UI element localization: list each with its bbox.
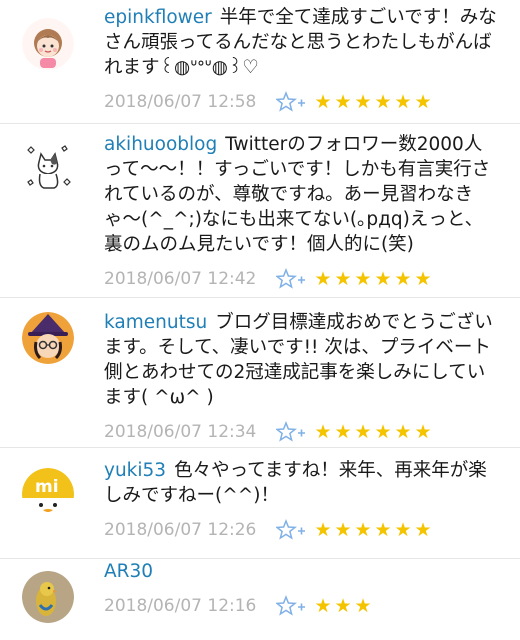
- avatar[interactable]: [22, 142, 74, 194]
- comment-text: akihuooblog Twitterのフォロワー数2000人って〜〜！！すっごい…: [104, 132, 500, 257]
- comment-meta: 2018/06/07 12:42 ★ ★ ★ ★ ★ ★: [104, 267, 500, 291]
- star-icon: ★: [394, 268, 412, 290]
- comment-meta: 2018/06/07 12:16 ★ ★ ★: [104, 594, 500, 618]
- add-star-icon[interactable]: [274, 90, 306, 114]
- comment-text: kamenutsu ブログ目標達成おめでとうございます。そして、凄いです!! 次は…: [104, 310, 500, 410]
- comment-item: akihuooblog Twitterのフォロワー数2000人って〜〜！！すっごい…: [0, 124, 520, 298]
- add-star-icon[interactable]: [274, 267, 306, 291]
- star-icon: ★: [374, 421, 392, 443]
- star-icon: ★: [334, 595, 352, 617]
- comment-username[interactable]: AR30: [104, 561, 153, 582]
- star-rating: ★ ★ ★ ★ ★ ★: [314, 268, 432, 290]
- comment-date: 2018/06/07 12:26: [104, 520, 257, 540]
- comment-item: mi yuki53 色々やってますね！来年、再来年が楽しみですねー(^^)！ 20…: [0, 448, 520, 559]
- star-icon: ★: [374, 519, 392, 541]
- star-rating: ★ ★ ★: [314, 595, 372, 617]
- star-icon: ★: [374, 268, 392, 290]
- star-icon: ★: [314, 421, 332, 443]
- avatar[interactable]: [22, 18, 74, 70]
- star-icon: ★: [334, 421, 352, 443]
- comment-username[interactable]: epinkflower: [104, 7, 212, 28]
- avatar[interactable]: mi: [22, 468, 74, 520]
- star-rating: ★ ★ ★ ★ ★ ★: [314, 519, 432, 541]
- svg-text:mi: mi: [35, 477, 59, 497]
- star-icon: ★: [334, 519, 352, 541]
- star-icon: ★: [414, 91, 432, 113]
- comment-item: epinkflower 半年で全て達成すごいです！みなさん頑張ってるんだなと思うと…: [0, 0, 520, 124]
- comment-text: epinkflower 半年で全て達成すごいです！みなさん頑張ってるんだなと思うと…: [104, 5, 500, 80]
- comment-username[interactable]: akihuooblog: [104, 134, 217, 155]
- star-icon: ★: [354, 595, 372, 617]
- add-star-icon[interactable]: [274, 518, 306, 542]
- star-icon: ★: [414, 421, 432, 443]
- comment-meta: 2018/06/07 12:26 ★ ★ ★ ★ ★ ★: [104, 518, 500, 542]
- avatar[interactable]: [22, 312, 74, 364]
- star-icon: ★: [314, 268, 332, 290]
- comment-date: 2018/06/07 12:58: [104, 92, 257, 112]
- star-icon: ★: [354, 519, 372, 541]
- bird-photo-avatar-icon: [22, 571, 74, 623]
- comment-item: kamenutsu ブログ目標達成おめでとうございます。そして、凄いです!! 次は…: [0, 298, 520, 448]
- star-icon: ★: [354, 421, 372, 443]
- star-icon: ★: [354, 268, 372, 290]
- add-star-icon[interactable]: [274, 594, 306, 618]
- star-icon: ★: [314, 519, 332, 541]
- avatar[interactable]: [22, 571, 74, 623]
- star-icon: ★: [414, 519, 432, 541]
- star-icon: ★: [314, 91, 332, 113]
- comment-date: 2018/06/07 12:42: [104, 269, 257, 289]
- star-icon: ★: [394, 91, 412, 113]
- comment-date: 2018/06/07 12:16: [104, 596, 257, 616]
- cat-doodle-avatar-icon: [22, 142, 74, 194]
- star-icon: ★: [334, 91, 352, 113]
- comment-meta: 2018/06/07 12:58 ★ ★ ★ ★ ★ ★: [104, 90, 500, 114]
- comment-text: AR30: [104, 559, 500, 584]
- star-rating: ★ ★ ★ ★ ★ ★: [314, 421, 432, 443]
- star-icon: ★: [314, 595, 332, 617]
- comment-meta: 2018/06/07 12:34 ★ ★ ★ ★ ★ ★: [104, 420, 500, 444]
- star-icon: ★: [334, 268, 352, 290]
- mi-duck-avatar-icon: mi: [22, 468, 74, 520]
- comment-item: AR30 2018/06/07 12:16 ★ ★ ★: [0, 559, 520, 640]
- witch-avatar-icon: [22, 312, 74, 364]
- star-icon: ★: [394, 421, 412, 443]
- cartoon-girl-avatar-icon: [22, 18, 74, 70]
- star-icon: ★: [394, 519, 412, 541]
- comment-username[interactable]: kamenutsu: [104, 312, 207, 333]
- add-star-icon[interactable]: [274, 420, 306, 444]
- comment-username[interactable]: yuki53: [104, 460, 166, 481]
- star-icon: ★: [414, 268, 432, 290]
- star-icon: ★: [354, 91, 372, 113]
- comment-date: 2018/06/07 12:34: [104, 422, 257, 442]
- comment-text: yuki53 色々やってますね！来年、再来年が楽しみですねー(^^)！: [104, 458, 500, 508]
- star-icon: ★: [374, 91, 392, 113]
- star-rating: ★ ★ ★ ★ ★ ★: [314, 91, 432, 113]
